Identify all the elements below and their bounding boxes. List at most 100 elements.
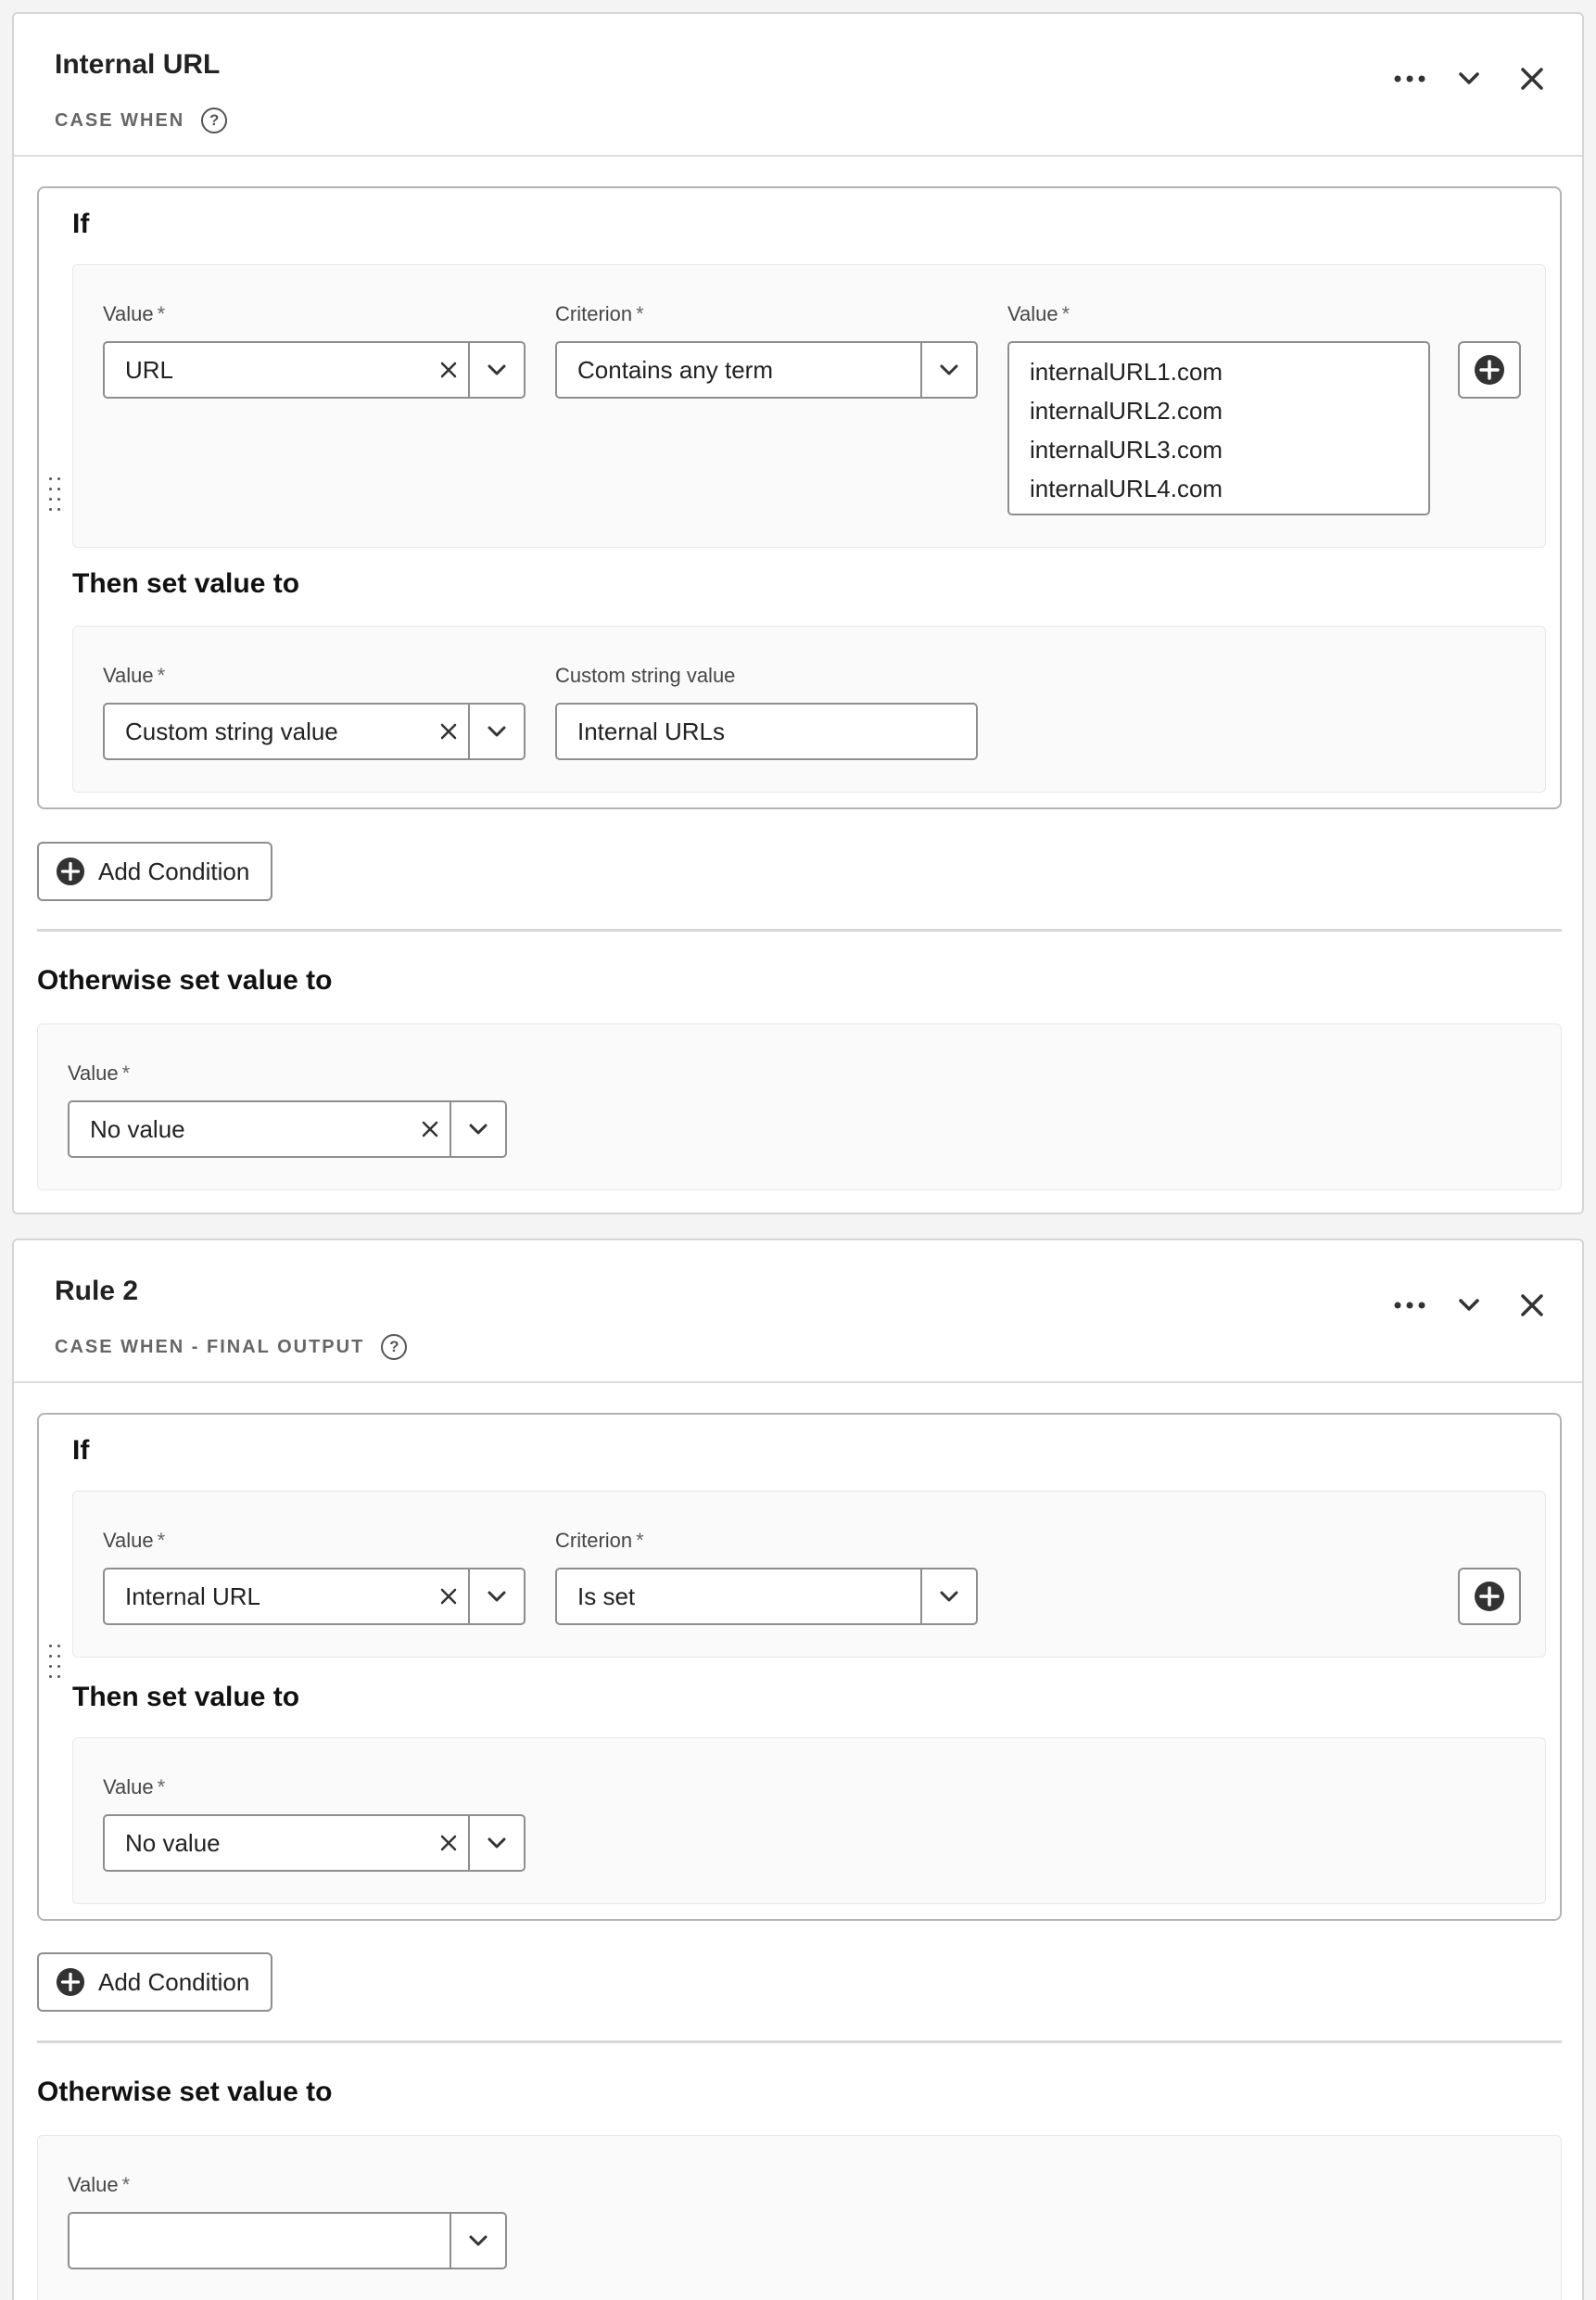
drag-handle-icon[interactable] (49, 477, 62, 515)
dropdown-button[interactable] (468, 1816, 524, 1870)
criterion-combobox-text[interactable]: Contains any term (557, 343, 920, 397)
chevron-down-icon (488, 726, 506, 737)
terms-label: Value * (1007, 302, 1070, 325)
collapse-button[interactable] (1449, 1285, 1489, 1326)
otherwise-value-text[interactable]: No value (70, 1102, 411, 1156)
then-value-text[interactable]: Custom string value (105, 705, 429, 758)
header-divider (14, 155, 1582, 157)
more-icon (1394, 75, 1425, 83)
clear-icon (422, 1121, 438, 1137)
term-line: internalURL3.com (1030, 436, 1223, 464)
add-circle-icon (1475, 1582, 1504, 1611)
custom-string-label: Custom string value (555, 664, 736, 687)
chevron-down-icon (1459, 1299, 1479, 1311)
otherwise-group: Value * (37, 2135, 1562, 2300)
add-circle-icon (56, 1967, 85, 1997)
help-icon[interactable]: ? (381, 1334, 408, 1360)
dropdown-button[interactable] (450, 1102, 505, 1156)
if-block: If Value * Internal URL Criterion * Is set… (37, 1413, 1562, 1921)
then-value-combobox[interactable]: No value (103, 1814, 526, 1872)
then-value-combobox[interactable]: Custom string value (103, 703, 526, 760)
rule-function-label: CASE WHEN - FINAL OUTPUT ? (55, 1334, 408, 1360)
rule-function-text: CASE WHEN - FINAL OUTPUT (55, 1336, 365, 1357)
close-icon (1521, 68, 1543, 90)
term-line: internalURL1.com (1030, 358, 1223, 386)
collapse-button[interactable] (1449, 58, 1489, 99)
add-circle-icon (1475, 355, 1504, 385)
otherwise-label: Otherwise set value to (37, 2077, 333, 2107)
help-icon[interactable]: ? (201, 108, 228, 133)
otherwise-label: Otherwise set value to (37, 965, 333, 996)
then-label: Then set value to (72, 1682, 300, 1712)
criterion-combobox[interactable]: Is set (555, 1568, 978, 1625)
remove-rule-button[interactable] (1512, 1285, 1552, 1326)
dropdown-button[interactable] (468, 705, 524, 758)
chevron-down-icon (1459, 72, 1479, 84)
chevron-down-icon (488, 1837, 506, 1849)
condition-group: Value * URL Criterion * Contains any term … (72, 264, 1546, 548)
dropdown-button[interactable] (450, 2214, 505, 2268)
more-options-button[interactable] (1389, 58, 1430, 99)
rule-card: Rule 2 CASE WHEN - FINAL OUTPUT ? If Val… (12, 1239, 1584, 2300)
then-label: Then set value to (72, 568, 300, 599)
dropdown-button[interactable] (468, 1569, 524, 1623)
chevron-down-icon (940, 1591, 958, 1602)
clear-button[interactable] (411, 1102, 450, 1156)
close-icon (1521, 1294, 1543, 1316)
chevron-down-icon (940, 364, 958, 375)
clear-button[interactable] (429, 1569, 468, 1623)
if-label: If (72, 1435, 90, 1466)
criterion-combobox-text[interactable]: Is set (557, 1569, 920, 1623)
clear-icon (440, 1835, 457, 1851)
condition-group: Value * Internal URL Criterion * Is set (72, 1491, 1546, 1658)
criterion-label: Criterion * (555, 302, 644, 325)
otherwise-group: Value * No value (37, 1023, 1562, 1190)
term-line: internalURL4.com (1030, 475, 1223, 502)
rule-card: Internal URL CASE WHEN ? If Value * URL C… (12, 12, 1584, 1214)
clear-button[interactable] (429, 705, 468, 758)
drag-handle-icon[interactable] (49, 1645, 62, 1682)
section-divider (37, 2040, 1562, 2043)
dropdown-button[interactable] (468, 343, 524, 397)
terms-textarea[interactable]: internalURL1.com internalURL2.com intern… (1007, 341, 1430, 515)
clear-icon (440, 1588, 457, 1605)
dropdown-button[interactable] (920, 343, 976, 397)
custom-string-input[interactable]: Internal URLs (555, 703, 978, 760)
value-label: Value * (103, 302, 166, 325)
more-icon (1394, 1302, 1425, 1309)
add-criterion-button[interactable] (1458, 341, 1521, 399)
otherwise-value-combobox[interactable]: No value (68, 1100, 507, 1158)
then-group: Value * Custom string value Custom string… (72, 626, 1546, 793)
criterion-combobox[interactable]: Contains any term (555, 341, 978, 399)
add-condition-label: Add Condition (98, 857, 250, 885)
rule-function-label: CASE WHEN ? (55, 108, 228, 133)
value-label: Value * (103, 1775, 166, 1798)
add-criterion-button[interactable] (1458, 1568, 1521, 1625)
otherwise-value-combobox[interactable] (68, 2212, 507, 2269)
clear-icon (440, 723, 457, 740)
add-condition-button[interactable]: Add Condition (37, 842, 272, 901)
value-label: Value * (68, 2173, 131, 2196)
value-combobox[interactable]: URL (103, 341, 526, 399)
rule-title: Rule 2 (55, 1276, 139, 1306)
value-label: Value * (103, 664, 166, 687)
clear-button[interactable] (429, 343, 468, 397)
value-combobox[interactable]: Internal URL (103, 1568, 526, 1625)
more-options-button[interactable] (1389, 1285, 1430, 1326)
add-condition-button[interactable]: Add Condition (37, 1952, 272, 2012)
criterion-label: Criterion * (555, 1529, 644, 1552)
otherwise-value-text[interactable] (70, 2214, 450, 2268)
rule-title: Internal URL (55, 49, 221, 80)
remove-rule-button[interactable] (1512, 58, 1552, 99)
rule-function-text: CASE WHEN (55, 109, 185, 131)
header-divider (14, 1381, 1582, 1383)
section-divider (37, 929, 1562, 932)
value-combobox-text[interactable]: Internal URL (105, 1569, 429, 1623)
value-combobox-text[interactable]: URL (105, 343, 429, 397)
then-value-text[interactable]: No value (105, 1816, 429, 1870)
add-condition-label: Add Condition (98, 1967, 250, 1996)
if-label: If (72, 209, 90, 239)
value-label: Value * (103, 1529, 166, 1552)
dropdown-button[interactable] (920, 1569, 976, 1623)
clear-button[interactable] (429, 1816, 468, 1870)
